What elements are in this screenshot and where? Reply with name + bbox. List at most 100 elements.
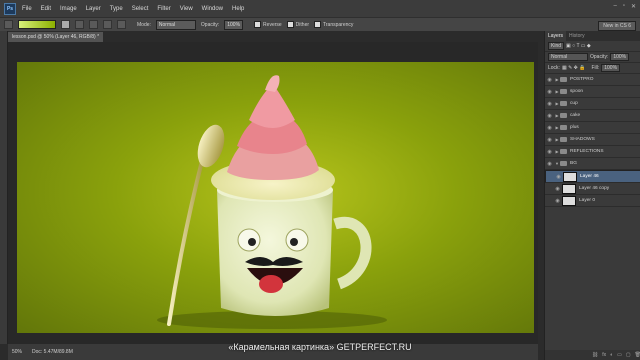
menu-window[interactable]: Window bbox=[202, 6, 223, 12]
menu-select[interactable]: Select bbox=[132, 6, 149, 12]
layer-0[interactable]: ◉ Layer 0 bbox=[545, 195, 640, 207]
filter-row: Kind ▣ ○ T ▭ ◆ bbox=[545, 41, 640, 52]
layer-group-bg[interactable]: ◉ ▼ BG bbox=[545, 158, 640, 170]
mask-icon[interactable]: ◐ bbox=[610, 352, 613, 358]
blend-row: Normal Opacity: 100% bbox=[545, 52, 640, 63]
gradient-picker[interactable] bbox=[18, 20, 56, 29]
tab-history[interactable]: History bbox=[566, 31, 588, 41]
spoon-handle bbox=[167, 155, 205, 326]
layer-thumbnail bbox=[563, 171, 577, 182]
gradient-tool-icon[interactable] bbox=[4, 20, 13, 29]
visibility-eye-icon[interactable]: ◉ bbox=[545, 125, 554, 131]
layer-group-shadows[interactable]: ◉ ▶ SHADOWS bbox=[545, 134, 640, 146]
lock-label: Lock: bbox=[548, 65, 560, 71]
cupcake-mug-illustration bbox=[157, 75, 387, 329]
tab-layers[interactable]: Layers bbox=[545, 31, 567, 41]
panel-tabs: Layers History bbox=[545, 31, 640, 41]
lock-icons[interactable]: ▦ ✎ ✥ 🔒 bbox=[562, 65, 586, 71]
reverse-option[interactable]: Reverse bbox=[254, 21, 282, 28]
diamond-gradient-button[interactable] bbox=[117, 20, 126, 29]
layer-name: Layer 46 copy bbox=[579, 186, 610, 191]
menu-file[interactable]: File bbox=[22, 6, 32, 12]
layer-name: spoon bbox=[570, 89, 584, 94]
folder-icon bbox=[560, 89, 567, 94]
dither-checkbox[interactable] bbox=[286, 21, 294, 28]
radial-gradient-button[interactable] bbox=[75, 20, 84, 29]
visibility-eye-icon[interactable]: ◉ bbox=[554, 173, 563, 181]
fill-field[interactable]: 100% bbox=[601, 64, 621, 72]
workspace-select[interactable]: New in CS 6 bbox=[598, 21, 636, 31]
visibility-eye-icon[interactable]: ◉ bbox=[553, 198, 562, 204]
layers-panel: Layers History Kind ▣ ○ T ▭ ◆ Normal Opa… bbox=[544, 31, 640, 360]
visibility-eye-icon[interactable]: ◉ bbox=[545, 89, 554, 95]
menu-type[interactable]: Type bbox=[110, 6, 123, 12]
left-pupil bbox=[248, 238, 256, 246]
visibility-eye-icon[interactable]: ◉ bbox=[545, 77, 554, 83]
tongue bbox=[259, 275, 283, 293]
kind-filter-select[interactable]: Kind bbox=[548, 42, 565, 50]
layer-group-postpro[interactable]: ◉ ▶ POSTPRO bbox=[545, 74, 640, 86]
folder-icon bbox=[560, 101, 567, 106]
reverse-label: Reverse bbox=[263, 21, 282, 28]
mode-select[interactable]: Normal bbox=[155, 19, 196, 30]
layer-name: cake bbox=[570, 113, 581, 118]
fx-icon[interactable]: fx bbox=[602, 352, 606, 358]
transparency-label: Transparency bbox=[323, 21, 354, 28]
photoshop-logo-icon[interactable]: Ps bbox=[4, 2, 16, 15]
layer-46-copy[interactable]: ◉ Layer 46 copy bbox=[545, 183, 640, 195]
opacity-label: Opacity: bbox=[200, 21, 220, 28]
cream-tip bbox=[265, 75, 280, 92]
artwork-image[interactable] bbox=[17, 62, 534, 333]
new-group-icon[interactable]: ▭ bbox=[617, 352, 622, 358]
layer-opacity-field[interactable]: 100% bbox=[610, 53, 630, 61]
layer-group-reflections[interactable]: ◉ ▶ REFLECTIONS bbox=[545, 146, 640, 158]
close-icon[interactable]: ✕ bbox=[631, 3, 636, 10]
layer-name: Layer 46 bbox=[580, 173, 599, 179]
layer-name: Layer 0 bbox=[579, 198, 595, 203]
layer-group-spoon[interactable]: ◉ ▶ spoon bbox=[545, 86, 640, 98]
menu-help[interactable]: Help bbox=[232, 6, 244, 12]
layer-group-plus[interactable]: ◉ ▶ plus bbox=[545, 122, 640, 134]
visibility-eye-icon[interactable]: ◉ bbox=[545, 149, 554, 155]
visibility-eye-icon[interactable]: ◉ bbox=[545, 113, 554, 119]
folder-icon bbox=[560, 137, 567, 142]
canvas-area[interactable] bbox=[8, 42, 538, 344]
minimize-icon[interactable]: – bbox=[613, 3, 616, 10]
angle-gradient-button[interactable] bbox=[89, 20, 98, 29]
tools-panel[interactable] bbox=[0, 31, 8, 344]
folder-icon bbox=[560, 113, 567, 118]
new-layer-icon[interactable]: ▢ bbox=[626, 352, 631, 358]
menu-bar: Ps File Edit Image Layer Type Select Fil… bbox=[0, 0, 640, 17]
layer-name: plus bbox=[570, 125, 579, 130]
reflected-gradient-button[interactable] bbox=[103, 20, 112, 29]
layer-46[interactable]: ◉ Layer 46 bbox=[545, 170, 640, 183]
reverse-checkbox[interactable] bbox=[254, 21, 262, 28]
layer-name: BG bbox=[570, 161, 577, 166]
dither-option[interactable]: Dither bbox=[286, 21, 309, 28]
menu-view[interactable]: View bbox=[180, 6, 193, 12]
visibility-eye-icon[interactable]: ◉ bbox=[545, 137, 554, 143]
transparency-checkbox[interactable] bbox=[314, 21, 322, 28]
visibility-eye-icon[interactable]: ◉ bbox=[545, 161, 554, 167]
layer-group-cake[interactable]: ◉ ▶ cake bbox=[545, 110, 640, 122]
blend-mode-select[interactable]: Normal bbox=[548, 53, 588, 61]
filter-icons[interactable]: ▣ ○ T ▭ ◆ bbox=[566, 43, 591, 49]
menu-edit[interactable]: Edit bbox=[41, 6, 51, 12]
layer-group-cup[interactable]: ◉ ▶ cup bbox=[545, 98, 640, 110]
document-tab[interactable]: lesson.psd @ 50% (Layer 46, RGB/8) * bbox=[8, 32, 104, 42]
menu-filter[interactable]: Filter bbox=[157, 6, 170, 12]
options-bar: Mode: Normal Opacity: 100% Reverse Dithe… bbox=[0, 17, 640, 31]
link-layers-icon[interactable]: ⛓ bbox=[592, 352, 598, 358]
opacity-field[interactable]: 100% bbox=[224, 19, 244, 30]
right-pupil bbox=[290, 238, 298, 246]
visibility-eye-icon[interactable]: ◉ bbox=[545, 101, 554, 107]
layer-name: POSTPRO bbox=[570, 77, 594, 82]
menu-layer[interactable]: Layer bbox=[86, 6, 101, 12]
layer-thumbnail bbox=[562, 183, 576, 194]
trash-icon[interactable]: 🗑 bbox=[635, 352, 640, 358]
maximize-icon[interactable]: ▫ bbox=[623, 3, 625, 10]
visibility-eye-icon[interactable]: ◉ bbox=[553, 186, 562, 192]
linear-gradient-button[interactable] bbox=[61, 20, 70, 29]
transparency-option[interactable]: Transparency bbox=[314, 21, 353, 28]
menu-image[interactable]: Image bbox=[60, 6, 77, 12]
